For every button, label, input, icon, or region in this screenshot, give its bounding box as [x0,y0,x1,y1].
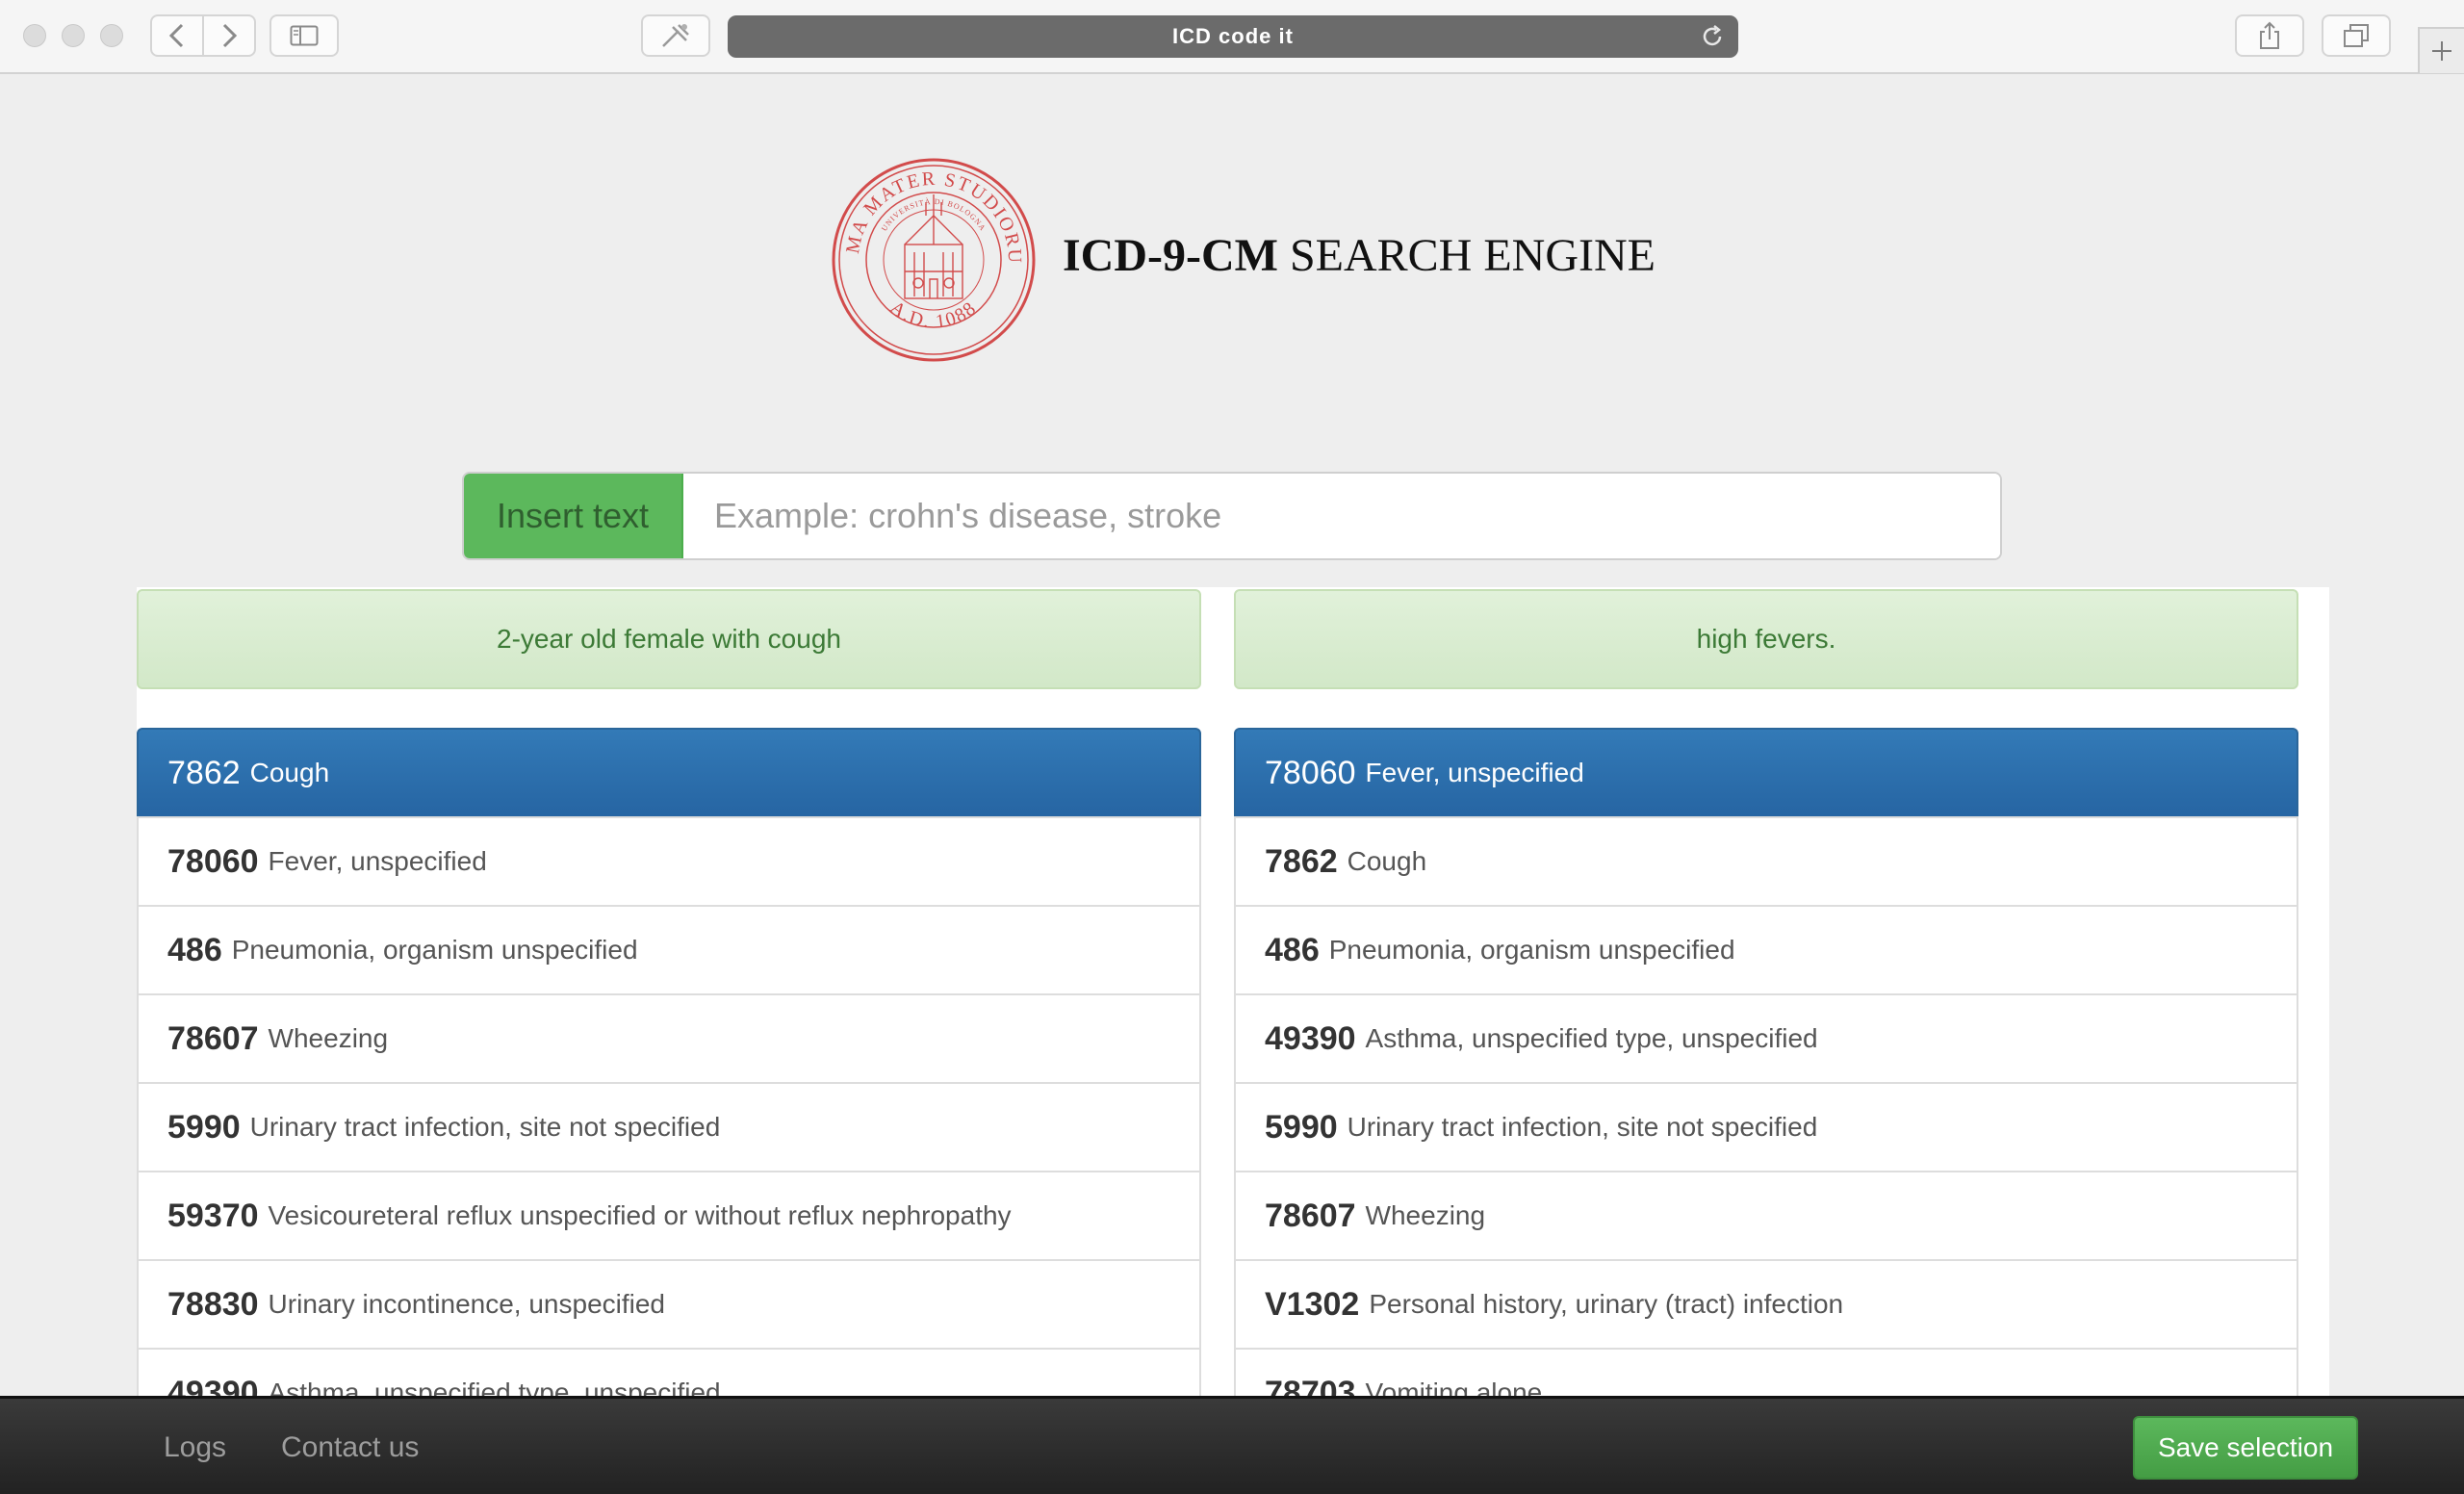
icd-description: Urinary incontinence, unspecified [268,1289,665,1319]
save-selection-button[interactable]: Save selection [2133,1416,2358,1480]
code-list-item[interactable]: 78830 Urinary incontinence, unspecified [137,1259,1201,1350]
share-icon [2260,21,2279,49]
icd-code: 59370 [167,1197,259,1234]
site-title-rest: SEARCH ENGINE [1277,230,1656,281]
icd-description: Cough [1347,846,1427,876]
code-list: 7862 Cough 78060 Fever, unspecified 486 Pne… [137,728,1201,1438]
address-bar[interactable]: ICD code it [728,15,1738,58]
icd-description: Fever, unspecified [1365,758,1584,787]
icd-code: 78607 [167,1019,259,1057]
browser-toolbar: ICD code it [0,0,2464,74]
icd-code: 78830 [167,1285,259,1323]
code-list-item[interactable]: 486 Pneumonia, organism unspecified [137,905,1201,995]
code-list-item[interactable]: 5990 Urinary tract infection, site not sp… [137,1082,1201,1172]
sentence-chip[interactable]: high fevers. [1234,589,2298,689]
search-input[interactable] [683,474,2000,558]
footer-navbar: Logs Contact us Save selection [0,1396,2464,1494]
search-group: Insert text [462,472,2002,560]
insert-text-label: Insert text [464,474,683,558]
icd-description: Wheezing [268,1023,389,1053]
code-list-item[interactable]: 78060 Fever, unspecified [1234,728,2298,818]
contact-us-link[interactable]: Contact us [281,1431,419,1464]
new-tab-button[interactable] [2418,27,2464,73]
reload-icon[interactable] [1700,24,1725,49]
icd-code: 7862 [1265,842,1338,880]
close-window-dot[interactable] [23,24,46,47]
icd-code: 5990 [1265,1108,1338,1146]
icd-code: 5990 [167,1108,241,1146]
sidebar-icon [290,25,319,46]
icd-description: Fever, unspecified [268,846,487,876]
site-title-bold: ICD-9-CM [1063,230,1278,281]
forward-arrow-icon [222,23,238,48]
code-list-item[interactable]: 486 Pneumonia, organism unspecified [1234,905,2298,995]
extension-icon [662,24,689,47]
extension-button[interactable] [641,14,710,57]
tabs-icon [2344,24,2369,47]
code-list-item[interactable]: 78607 Wheezing [137,993,1201,1084]
icd-code: 486 [1265,931,1320,968]
code-list-item[interactable]: 5990 Urinary tract infection, site not sp… [1234,1082,2298,1172]
zoom-window-dot[interactable] [100,24,123,47]
icd-description: Asthma, unspecified type, unspecified [1365,1023,1818,1053]
code-list-item[interactable]: 7862 Cough [137,728,1201,818]
icd-code: 486 [167,931,222,968]
back-button[interactable] [150,14,204,57]
code-list: 78060 Fever, unspecified 7862 Cough 486 Pne… [1234,728,2298,1438]
results-column-1: 2-year old female with cough 7862 Cough 7… [137,589,1201,1438]
icd-code: 7862 [167,754,241,791]
forward-button[interactable] [202,14,256,57]
icd-code: 78607 [1265,1197,1356,1234]
icd-description: Pneumonia, organism unspecified [1328,935,1735,965]
icd-code: V1302 [1265,1285,1360,1323]
sidebar-button[interactable] [270,14,339,57]
minimize-window-dot[interactable] [62,24,85,47]
code-list-item[interactable]: V1302 Personal history, urinary (tract) i… [1234,1259,2298,1350]
icd-code: 78060 [1265,754,1356,791]
code-list-item[interactable]: 78060 Fever, unspecified [137,816,1201,907]
results-column-2: high fevers. 78060 Fever, unspecified 786… [1234,589,2298,1438]
sentence-chip[interactable]: 2-year old female with cough [137,589,1201,689]
plus-icon [2432,41,2451,61]
icd-description: Pneumonia, organism unspecified [231,935,638,965]
icd-description: Wheezing [1365,1200,1486,1230]
icd-description: Urinary tract infection, site not specif… [1347,1112,1818,1142]
code-list-item[interactable]: 78607 Wheezing [1234,1171,2298,1261]
share-button[interactable] [2235,14,2304,57]
university-seal-logo: ALMA MATER STUDIORUM UNIVERSITÀ DI BOLOG… [830,156,1036,362]
icd-description: Personal history, urinary (tract) infect… [1369,1289,1844,1319]
svg-text:A.D. 1088: A.D. 1088 [886,296,982,332]
code-list-item[interactable]: 49390 Asthma, unspecified type, unspecifi… [1234,993,2298,1084]
results-panel: 2-year old female with cough 7862 Cough 7… [137,587,2329,1494]
page-tab-title: ICD code it [1172,24,1294,48]
icd-code: 49390 [1265,1019,1356,1057]
tabs-overview-button[interactable] [2322,14,2391,57]
icd-description: Vesicoureteral reflux unspecified or wit… [268,1200,1012,1230]
code-list-item[interactable]: 59370 Vesicoureteral reflux unspecified o… [137,1171,1201,1261]
site-title: ICD-9-CM SEARCH ENGINE [1063,229,1656,282]
icd-description: Cough [249,758,330,787]
icd-description: Urinary tract infection, site not specif… [249,1112,721,1142]
back-arrow-icon [168,23,184,48]
icd-code: 78060 [167,842,259,880]
logs-link[interactable]: Logs [164,1431,226,1464]
code-list-item[interactable]: 7862 Cough [1234,816,2298,907]
